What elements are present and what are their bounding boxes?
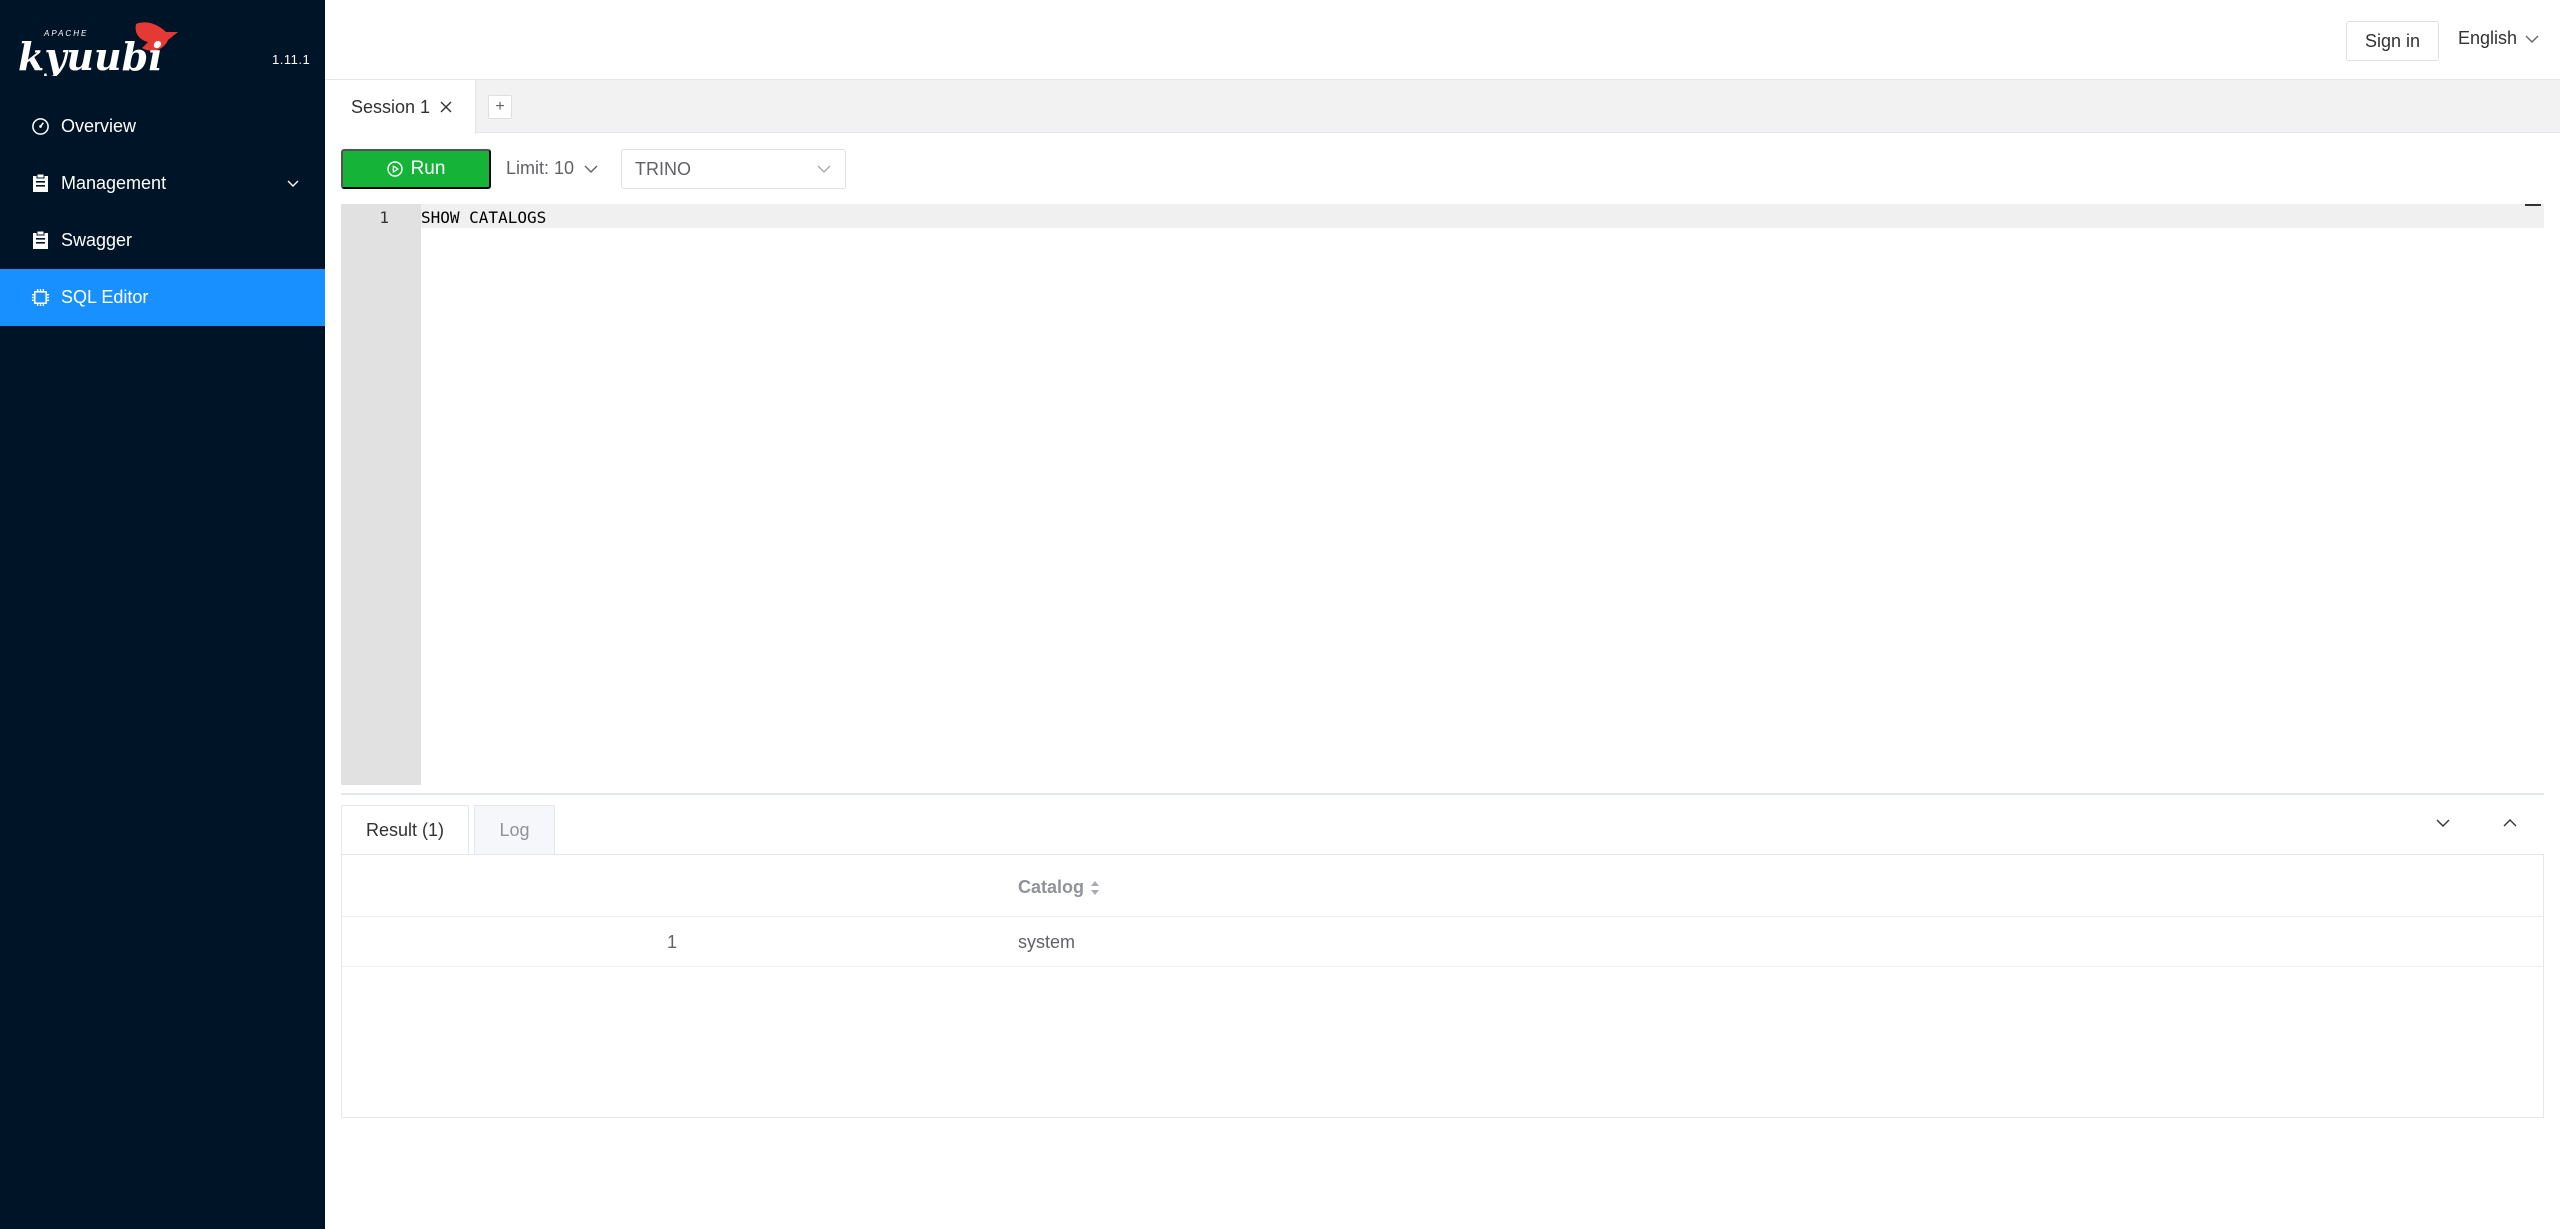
svg-text:kyuubi: kyuubi [18, 34, 163, 76]
sidebar-item-overview[interactable]: Overview [0, 98, 325, 155]
line-number-gutter: 1 [341, 204, 421, 785]
kyuubi-logo[interactable]: APACHE kyuubi [18, 18, 203, 76]
version-label: 1.11.1 [272, 52, 311, 67]
run-button-label: Run [410, 158, 446, 179]
limit-label: Limit: 10 [506, 158, 575, 178]
run-button[interactable]: Run [341, 149, 491, 189]
code-line[interactable]: SHOW CATALOGS [421, 208, 546, 227]
sidebar-item-sql-editor[interactable]: SQL Editor [0, 269, 325, 326]
clipboard-icon [31, 231, 50, 250]
tab-result[interactable]: Result (1) [341, 805, 469, 855]
chevron-down-icon [287, 180, 299, 187]
session-tab-bar: Session 1 + [325, 80, 2560, 134]
top-header [325, 0, 2560, 80]
add-session-button[interactable]: + [488, 95, 512, 119]
sidebar-item-management[interactable]: Management [0, 155, 325, 212]
column-header-label: Catalog [1018, 877, 1085, 897]
sidebar-item-label: SQL Editor [61, 287, 149, 307]
sidebar-item-label: Swagger [61, 230, 133, 250]
sidebar-menu: Overview Management Swagger SQL Editor [0, 98, 325, 326]
chevron-down-icon[interactable] [2436, 818, 2450, 828]
language-select[interactable]: English [2458, 28, 2539, 49]
engine-select[interactable]: TRINO [621, 149, 846, 189]
chevron-up-icon[interactable] [2503, 818, 2517, 828]
tab-log[interactable]: Log [474, 805, 555, 855]
close-icon[interactable] [440, 101, 452, 113]
session-tab-label: Session 1 [351, 96, 431, 117]
session-tab[interactable]: Session 1 [325, 80, 476, 134]
sidebar-item-label: Management [61, 173, 167, 193]
clipboard-icon [31, 174, 50, 193]
engine-value: TRINO [635, 158, 691, 179]
gauge-icon [31, 117, 50, 136]
column-header-catalog[interactable]: Catalog [1018, 877, 1100, 898]
sidebar-item-swagger[interactable]: Swagger [0, 212, 325, 269]
cell-catalog: system [1018, 932, 1076, 952]
sign-in-button[interactable]: Sign in [2346, 21, 2439, 61]
sidebar: APACHE kyuubi 1.11.1 Overview Management… [0, 0, 325, 1229]
limit-dropdown[interactable]: Limit: 10 [506, 158, 598, 179]
minimize-icon[interactable] [2525, 204, 2541, 206]
sql-editor[interactable]: 1 SHOW CATALOGS [341, 204, 2544, 785]
chevron-down-icon [584, 165, 598, 173]
sort-icon[interactable] [1090, 880, 1100, 896]
chevron-down-icon [2525, 35, 2539, 43]
chevron-down-icon [817, 165, 831, 173]
line-number: 1 [379, 208, 389, 227]
row-index: 1 [666, 932, 677, 952]
result-table: Catalog 1 system [341, 854, 2544, 1118]
sidebar-item-label: Overview [61, 116, 137, 136]
table-header: Catalog [342, 855, 2543, 917]
active-line-highlight [421, 204, 2544, 228]
pane-divider[interactable] [341, 793, 2544, 795]
play-circle-icon [386, 161, 403, 177]
language-label: English [2458, 28, 2518, 48]
table-row[interactable]: 1 system [342, 917, 2543, 967]
cpu-icon [31, 288, 50, 307]
